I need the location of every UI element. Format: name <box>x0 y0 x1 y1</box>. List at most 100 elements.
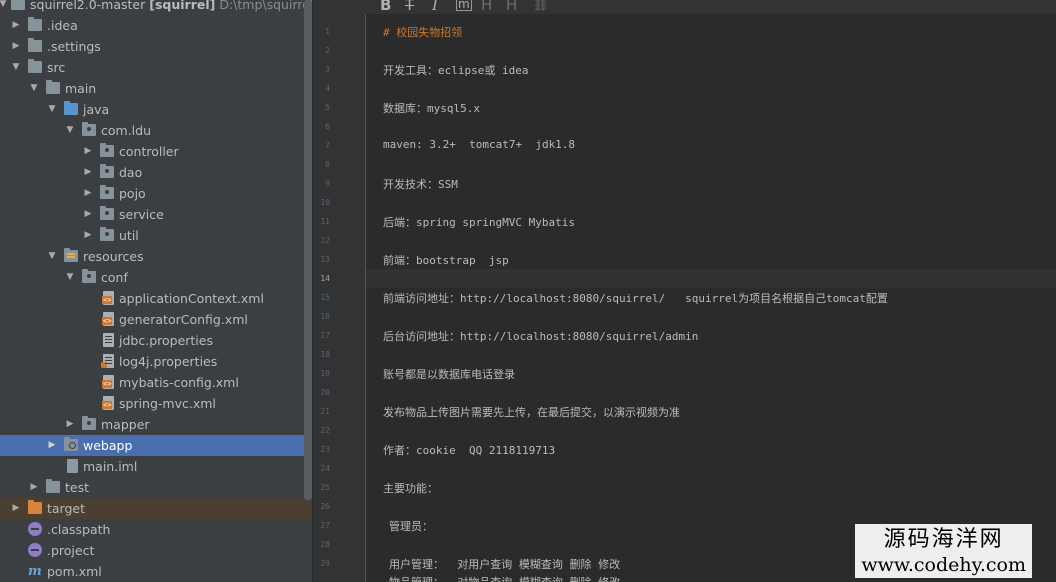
tree-item-generatorconfig[interactable]: generatorConfig.xml <box>0 309 312 330</box>
chevron-down-icon[interactable]: ▼ <box>0 0 9 15</box>
tree-item-pojo[interactable]: ▶ pojo <box>0 183 312 204</box>
tree-item-target[interactable]: ▶ target <box>0 498 312 519</box>
tree-item-project[interactable]: .project <box>0 540 312 561</box>
line-number: 2 <box>325 46 330 55</box>
chevron-down-icon[interactable]: ▼ <box>64 120 76 141</box>
line-number: 5 <box>325 103 330 112</box>
tree-item-label: webapp <box>83 438 133 453</box>
tree-item-dao[interactable]: ▶ dao <box>0 162 312 183</box>
editor-text-area[interactable]: # 校园失物招领 开发工具：eclipse或 idea 数据库：mysql5.x… <box>366 14 1056 582</box>
italic-button[interactable]: I <box>432 0 438 14</box>
code-line-1: # 校园失物招领 <box>383 26 463 39</box>
tree-scrollbar[interactable] <box>304 0 312 500</box>
line-number: 3 <box>325 65 330 74</box>
line-number: 6 <box>325 122 330 131</box>
line-number: 21 <box>320 407 330 416</box>
xml-file-icon <box>102 375 114 389</box>
tree-item-applicationcontext[interactable]: applicationContext.xml <box>0 288 312 309</box>
tree-item-label: spring-mvc.xml <box>119 396 216 411</box>
chevron-right-icon[interactable]: ▶ <box>28 477 40 498</box>
chevron-right-icon[interactable]: ▶ <box>10 36 22 57</box>
xml-file-icon <box>102 396 114 410</box>
chevron-right-icon[interactable]: ▶ <box>10 15 22 36</box>
tree-item-resources[interactable]: ▼ resources <box>0 246 312 267</box>
chevron-right-icon[interactable]: ▶ <box>64 414 76 435</box>
folder-icon <box>28 59 42 73</box>
line-number: 10 <box>320 198 330 207</box>
tree-item-conf[interactable]: ▼ conf <box>0 267 312 288</box>
bold-button[interactable]: B <box>380 0 391 14</box>
code-line-30: 物品管理： 对物品查询 模糊查询 删除 修改 <box>389 574 620 582</box>
tree-item-main-iml[interactable]: main.iml <box>0 456 312 477</box>
line-number: 29 <box>320 559 330 568</box>
tree-root[interactable]: ▼ squirrel2.0-master [squirrel] D:\tmp\s… <box>0 0 312 15</box>
package-icon <box>100 227 114 241</box>
tree-item-pom[interactable]: m pom.xml <box>0 561 312 582</box>
tree-item-label: .classpath <box>47 522 111 537</box>
tree-item-label: mapper <box>101 417 150 432</box>
tree-item-label: util <box>119 228 139 243</box>
watermark-title: 源码海洋网 <box>883 527 1004 552</box>
folder-icon <box>46 479 60 493</box>
chevron-right-icon[interactable]: ▶ <box>46 435 58 456</box>
line-number: 9 <box>325 179 330 188</box>
chevron-right-icon[interactable]: ▶ <box>10 498 22 519</box>
tree-item-src[interactable]: ▼ src <box>0 57 312 78</box>
tree-item-com-ldu[interactable]: ▼ com.ldu <box>0 120 312 141</box>
chevron-down-icon[interactable]: ▼ <box>64 267 76 288</box>
tree-item-controller[interactable]: ▶ controller <box>0 141 312 162</box>
line-number: 28 <box>320 540 330 549</box>
code-button[interactable]: m <box>456 0 472 11</box>
chevron-down-icon[interactable]: ▼ <box>28 78 40 99</box>
tree-item-util[interactable]: ▶ util <box>0 225 312 246</box>
heading-button[interactable]: H <box>481 0 492 14</box>
tree-item-mapper[interactable]: ▶ mapper <box>0 414 312 435</box>
code-line-5: 数据库：mysql5.x <box>383 102 480 115</box>
tree-item-label: pom.xml <box>47 564 102 579</box>
properties-file-icon <box>103 333 114 347</box>
link-icon[interactable]: ⛓ <box>533 0 548 14</box>
tree-item-idea[interactable]: ▶ .idea <box>0 15 312 36</box>
maven-file-icon: m <box>28 564 42 579</box>
tree-item-label: com.ldu <box>101 123 151 138</box>
tree-item-webapp[interactable]: ▶ webapp <box>0 435 312 456</box>
folder-icon <box>28 38 42 52</box>
tree-item-main[interactable]: ▼ main <box>0 78 312 99</box>
eclipse-file-icon <box>28 522 42 536</box>
tree-item-label: main.iml <box>83 459 138 474</box>
package-icon <box>100 185 114 199</box>
tree-item-settings[interactable]: ▶ .settings <box>0 36 312 57</box>
tree-item-spring-mvc[interactable]: spring-mvc.xml <box>0 393 312 414</box>
tree-item-mybatis-config[interactable]: mybatis-config.xml <box>0 372 312 393</box>
chevron-down-icon[interactable]: ▼ <box>46 99 58 120</box>
line-number: 19 <box>320 369 330 378</box>
tree-item-label: src <box>47 60 66 75</box>
line-number: 27 <box>320 521 330 530</box>
chevron-right-icon[interactable]: ▶ <box>82 141 94 162</box>
chevron-down-icon[interactable]: ▼ <box>10 57 22 78</box>
iml-file-icon <box>67 459 78 473</box>
tree-item-service[interactable]: ▶ service <box>0 204 312 225</box>
code-line-17: 后台访问地址：http://localhost:8080/squirrel/ad… <box>383 330 699 343</box>
resources-folder-icon <box>64 248 78 262</box>
tree-item-jdbc-properties[interactable]: jdbc.properties <box>0 330 312 351</box>
tree-item-java[interactable]: ▼ java <box>0 99 312 120</box>
heading-alt-button[interactable]: H <box>506 0 517 14</box>
chevron-right-icon[interactable]: ▶ <box>82 225 94 246</box>
chevron-right-icon[interactable]: ▶ <box>82 204 94 225</box>
tree-item-label: applicationContext.xml <box>119 291 264 306</box>
chevron-down-icon[interactable]: ▼ <box>46 246 58 267</box>
tree-item-test[interactable]: ▶ test <box>0 477 312 498</box>
source-folder-icon <box>64 101 78 115</box>
tree-item-classpath[interactable]: .classpath <box>0 519 312 540</box>
chevron-right-icon[interactable]: ▶ <box>82 162 94 183</box>
code-line-13: 前端：bootstrap jsp <box>383 254 509 267</box>
chevron-right-icon[interactable]: ▶ <box>82 183 94 204</box>
tree-item-log4j-properties[interactable]: log4j.properties <box>0 351 312 372</box>
strikethrough-button[interactable]: T <box>405 0 414 14</box>
package-icon <box>82 269 96 283</box>
current-line-highlight <box>366 269 1056 288</box>
tree-item-label: .settings <box>47 39 101 54</box>
project-tree[interactable]: ▼ squirrel2.0-master [squirrel] D:\tmp\s… <box>0 0 312 582</box>
tree-item-label: log4j.properties <box>119 354 218 369</box>
